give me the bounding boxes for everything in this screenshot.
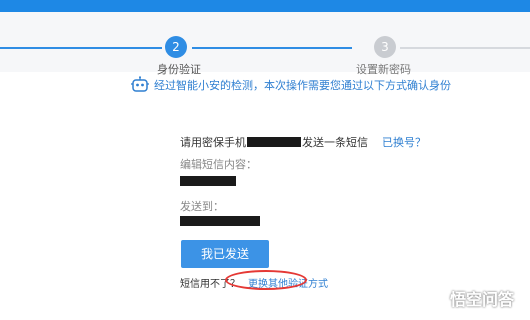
security-notice: 经过智能小安的检测，本次操作需要您通过以下方式确认身份 (130, 74, 451, 96)
progress-stepper: 2 3 身份验证 设置新密码 (0, 12, 530, 76)
edit-sms-label: 编辑短信内容： (180, 158, 257, 171)
progress-line-pending (400, 47, 530, 49)
progress-line-completed (0, 47, 162, 49)
instruction-suffix: 发送一条短信 (302, 136, 368, 149)
step-2-circle: 2 (165, 36, 187, 58)
changed-number-link[interactable]: 已换号？ (382, 134, 426, 150)
highlight-circle (225, 270, 307, 290)
sms-instruction: 请用密保手机 发送一条短信 已换号？ (180, 134, 426, 150)
sent-button[interactable]: 我已发送 (181, 240, 269, 268)
watermark: 悟空问答 (426, 286, 514, 310)
masked-phone-number (247, 137, 301, 147)
robot-icon (131, 76, 149, 92)
progress-line-current (192, 47, 352, 49)
step-3-circle: 3 (374, 36, 396, 58)
watermark-text: 悟空问答 (450, 290, 515, 309)
notice-text: 经过智能小安的检测，本次操作需要您通过以下方式确认身份 (154, 79, 451, 92)
send-to-label: 发送到： (180, 200, 224, 213)
masked-target-number (180, 216, 260, 226)
instruction-prefix: 请用密保手机 (180, 136, 246, 149)
top-bar (0, 0, 530, 12)
masked-sms-content (180, 176, 236, 186)
wukong-logo-icon (427, 289, 445, 307)
